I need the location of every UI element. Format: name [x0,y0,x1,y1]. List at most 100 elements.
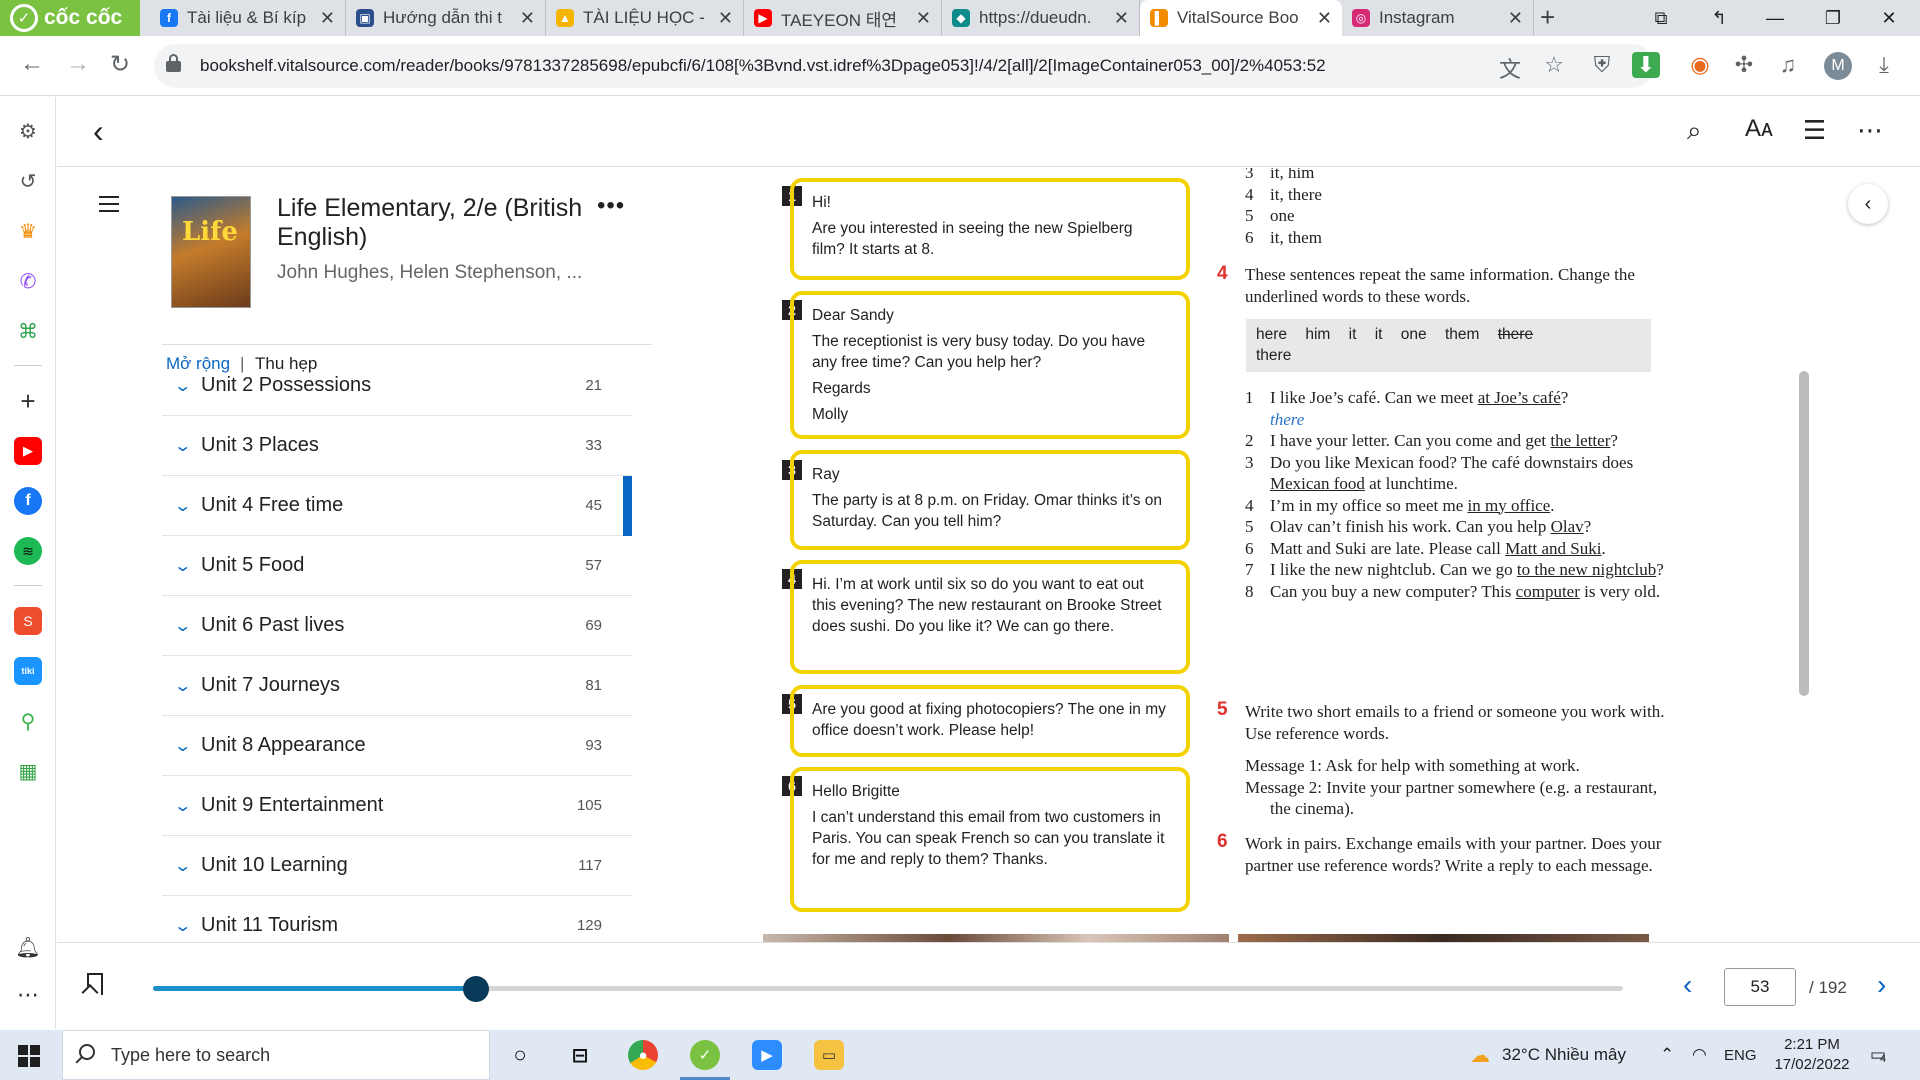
toc-item[interactable]: ⌄ Unit 8 Appearance 93 [162,716,632,776]
chevron-down-icon[interactable]: ⌄ [173,916,192,936]
extensions-puzzle-icon[interactable]: ✣ [1730,52,1758,78]
spotify-icon[interactable]: ≋ [14,537,42,565]
close-tab-icon[interactable]: ✕ [1114,8,1129,29]
close-tab-icon[interactable]: ✕ [718,8,733,29]
add-sidebar-app-icon[interactable]: + [14,386,42,416]
zoom-icon[interactable]: ▶ [752,1040,782,1070]
settings-gear-icon[interactable]: ⚙ [14,117,42,145]
new-tab-button[interactable]: + [1540,2,1555,33]
profile-avatar[interactable]: M [1824,52,1852,80]
reload-icon[interactable]: ↻ [110,50,130,79]
toc-item[interactable]: ⌄ Unit 10 Learning 117 [162,836,632,896]
toc-item[interactable]: ⌄ Unit 11 Tourism 129 [162,896,632,942]
toc-item[interactable]: ⌄ Unit 2 Possessions 21 [162,368,632,416]
coccoc-menu-button[interactable]: ✓ cốc cốc [0,0,140,36]
download-icon[interactable]: ⤓ [1870,52,1898,78]
coccoc-maps-icon[interactable]: ⚲ [14,707,42,735]
chevron-down-icon[interactable]: ⌄ [173,796,192,816]
tiki-icon[interactable]: tiki [14,657,42,685]
windows-start-icon[interactable] [18,1045,40,1067]
close-tab-icon[interactable]: ✕ [916,8,931,29]
bookmark-icon[interactable] [87,973,103,995]
chevron-down-icon[interactable]: ⌄ [173,496,192,516]
close-window-button[interactable]: ✕ [1866,0,1912,36]
previous-page-icon[interactable]: ‹ [1683,969,1692,1001]
forward-icon[interactable]: → [66,50,90,78]
close-tab-icon[interactable]: ✕ [320,8,335,29]
tab-vitalsource[interactable]: ▌ VitalSource Boo ✕ [1140,0,1342,36]
translate-icon[interactable]: 文 [1496,52,1524,84]
progress-knob[interactable] [463,976,490,1002]
toc-item[interactable]: ⌄ Unit 6 Past lives 69 [162,596,632,656]
crown-icon[interactable]: ♛ [14,217,42,245]
page-scrollbar[interactable] [1796,168,1812,942]
media-control-icon[interactable]: ♫ [1774,52,1802,78]
toc-item[interactable]: ⌄ Unit 7 Journeys 81 [162,656,632,716]
reading-list-icon[interactable]: ☰ [1803,115,1826,146]
cortana-icon[interactable]: ○ [505,1040,535,1070]
file-explorer-icon[interactable]: ▭ [814,1040,844,1070]
coccoc-icon[interactable]: ✓ [680,1040,730,1080]
lock-icon[interactable] [166,54,181,72]
text-size-icon[interactable]: Aᴀ [1745,115,1773,143]
chevron-down-icon[interactable]: ⌄ [173,376,192,396]
weather-widget[interactable]: ☁ 32°C Nhiều mây [1470,1030,1626,1080]
shopee-icon[interactable]: S [14,607,42,635]
tab-dueudn[interactable]: ◆ https://dueudn. ✕ [942,0,1140,36]
next-page-icon[interactable]: › [1877,969,1886,1001]
youtube-icon[interactable]: ▶ [14,437,42,465]
chevron-down-icon[interactable]: ⌄ [173,736,192,756]
book-more-icon[interactable]: ••• [597,192,625,220]
extension-shield-icon[interactable]: ⛨ [1588,52,1616,78]
toc-item-current[interactable]: ⌄ Unit 4 Free time 45 [162,476,632,536]
bookmark-star-icon[interactable]: ☆ [1540,52,1568,78]
tab-tai-lieu[interactable]: ▲ TÀI LIỆU HỌC - ✕ [546,0,744,36]
spreadsheet-icon[interactable]: ▦ [14,757,42,785]
notification-center-icon[interactable]: ▭ 4 [1870,1030,1886,1080]
chevron-down-icon[interactable]: ⌄ [173,556,192,576]
url-field[interactable]: bookshelf.vitalsource.com/reader/books/9… [154,44,1654,88]
search-icon[interactable]: ⌕ [1687,115,1702,147]
chevron-down-icon[interactable]: ⌄ [173,616,192,636]
coccoc-extension-icon[interactable]: ◉ [1686,52,1714,78]
chevron-down-icon[interactable]: ⌄ [173,436,192,456]
current-location-marker [623,476,632,536]
mini-mode-icon[interactable]: ↰ [1696,0,1742,36]
back-chevron-icon[interactable]: ‹ [93,113,104,150]
progress-slider[interactable] [153,976,1623,1002]
chevron-down-icon[interactable]: ⌄ [173,856,192,876]
restore-button[interactable]: ❐ [1810,0,1856,36]
page-number-input[interactable]: 53 [1724,968,1796,1006]
more-options-icon[interactable]: ⋯ [1857,115,1883,146]
tab-facebook[interactable]: f Tài liệu & Bí kíp ✕ [150,0,346,36]
tab-youtube[interactable]: ▶ TAEYEON 태연 ✕ [744,0,942,36]
collapse-panel-icon[interactable]: ‹ [1848,184,1888,224]
language-indicator[interactable]: ENG [1724,1030,1757,1080]
notification-bell-icon[interactable]: 🔔︎ [14,933,42,961]
download-manager-icon[interactable]: ⬇ [1632,52,1660,78]
messenger-icon[interactable]: ✆ [14,267,42,295]
tab-search-icon[interactable]: ⧉ [1638,0,1684,36]
toc-item[interactable]: ⌄ Unit 9 Entertainment 105 [162,776,632,836]
tab-huong-dan[interactable]: ▣ Hướng dẫn thi t ✕ [346,0,546,36]
task-view-icon[interactable]: ⊟ [565,1040,595,1070]
taskbar-search-field[interactable]: Type here to search [62,1030,490,1080]
toc-item[interactable]: ⌄ Unit 3 Places 33 [162,416,632,476]
wifi-icon[interactable]: ◠ [1692,1030,1707,1080]
chrome-icon[interactable]: ● [628,1040,658,1070]
history-icon[interactable]: ↺ [14,167,42,195]
sidebar-more-icon[interactable]: ⋯ [14,981,42,1009]
game-controller-icon[interactable]: ⌘ [14,317,42,345]
tab-instagram[interactable]: ◎ Instagram ✕ [1342,0,1534,36]
close-tab-icon[interactable]: ✕ [1317,8,1332,29]
close-tab-icon[interactable]: ✕ [1508,8,1523,29]
facebook-icon[interactable]: f [14,487,42,515]
show-hidden-icons[interactable]: ⌃ [1660,1030,1674,1080]
back-icon[interactable]: ← [20,50,44,78]
toc-item[interactable]: ⌄ Unit 5 Food 57 [162,536,632,596]
close-tab-icon[interactable]: ✕ [520,8,535,29]
minimize-button[interactable]: — [1752,0,1798,36]
menu-icon[interactable] [99,196,119,212]
chevron-down-icon[interactable]: ⌄ [173,676,192,696]
clock[interactable]: 2:21 PM 17/02/2022 [1768,1035,1856,1075]
